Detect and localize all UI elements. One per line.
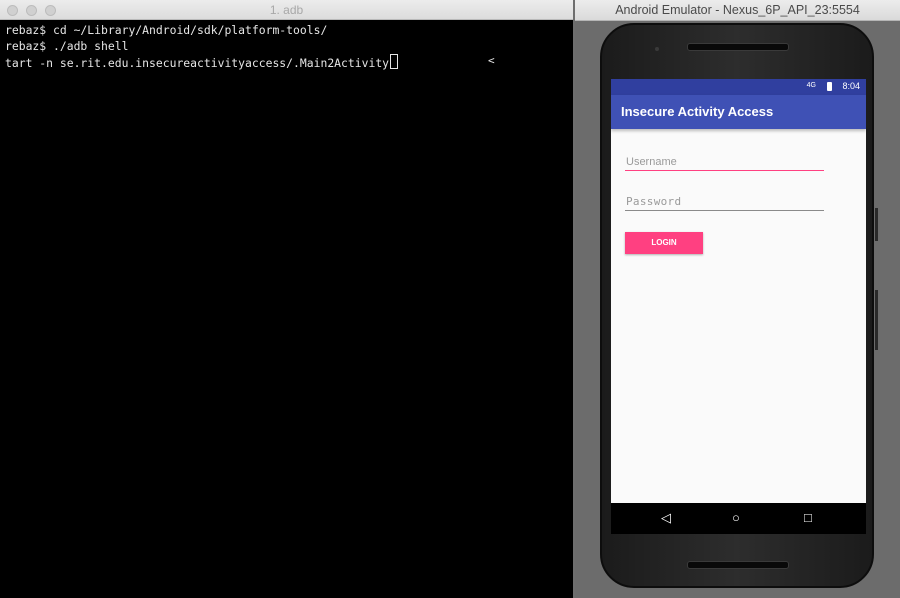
phone-frame: 4G 8:04 Insecure Activity Access Usernam… (600, 23, 878, 588)
top-speaker (687, 43, 789, 51)
emulator-titlebar[interactable]: Android Emulator - Nexus_6P_API_23:5554 (575, 0, 900, 21)
front-camera-icon (655, 47, 659, 51)
app-bar: Insecure Activity Access (611, 95, 866, 129)
terminal-trailing-char: < (488, 54, 495, 67)
battery-icon (827, 82, 832, 91)
terminal-title: 1. adb (269, 3, 304, 17)
emulator-window: Android Emulator - Nexus_6P_API_23:5554 … (575, 0, 900, 598)
recents-icon[interactable]: □ (804, 511, 812, 525)
emulator-title: Android Emulator - Nexus_6P_API_23:5554 (615, 3, 860, 17)
terminal-line: tart -n se.rit.edu.insecureactivityacces… (5, 56, 390, 70)
app-title: Insecure Activity Access (621, 104, 774, 119)
terminal-line: rebaz$ cd ~/Library/Android/sdk/platform… (5, 23, 328, 37)
back-icon[interactable]: ◁ (661, 511, 671, 525)
username-placeholder: Username (626, 156, 677, 168)
volume-button[interactable] (875, 290, 878, 350)
terminal-window: 1. adb rebaz$ cd ~/Library/Android/sdk/p… (0, 0, 573, 598)
terminal-line: rebaz$ ./adb shell (5, 38, 129, 53)
username-field[interactable]: Username (625, 152, 824, 171)
power-button[interactable] (875, 208, 878, 241)
bottom-speaker (687, 561, 789, 569)
navigation-bar: ◁ ○ □ (611, 503, 866, 534)
terminal-titlebar[interactable]: 1. adb (0, 0, 573, 20)
network-indicator: 4G (806, 82, 816, 89)
status-bar: 4G 8:04 (611, 79, 866, 95)
phone-screen: 4G 8:04 Insecure Activity Access Usernam… (611, 79, 866, 534)
terminal-output[interactable]: rebaz$ cd ~/Library/Android/sdk/platform… (5, 23, 399, 72)
text-cursor (390, 54, 399, 69)
status-time: 8:04 (842, 81, 860, 91)
login-button[interactable]: LOGIN (625, 232, 703, 254)
password-field[interactable]: Password (625, 192, 824, 211)
home-icon[interactable]: ○ (732, 511, 740, 525)
password-placeholder: Password (626, 195, 682, 208)
